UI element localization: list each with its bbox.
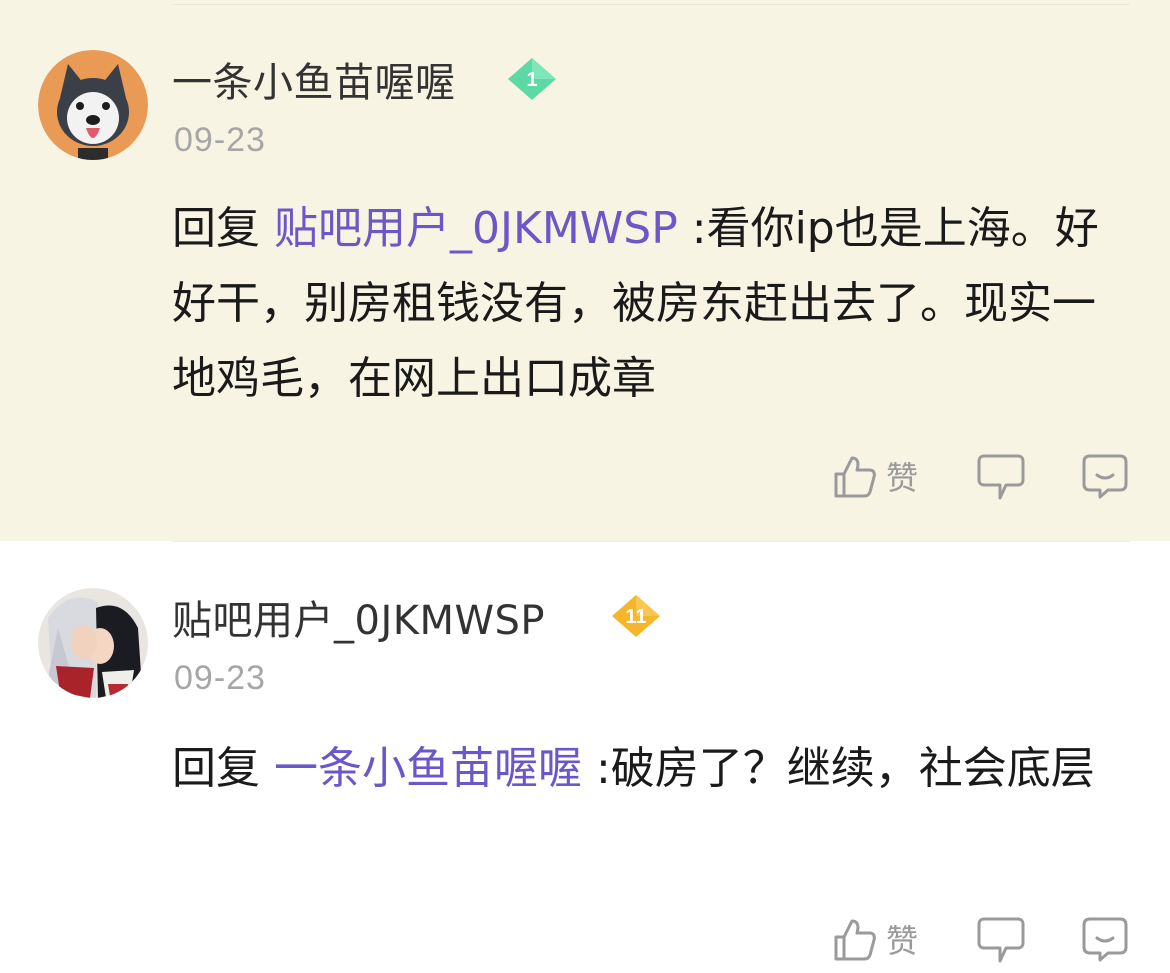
husky-dog-avatar-icon bbox=[38, 50, 148, 160]
action-bar: 赞 bbox=[0, 446, 1170, 506]
thumbs-up-icon bbox=[834, 456, 876, 498]
comment-item-2: 贴吧用户_0JKMWSP 11 09-23 回复 一条小鱼苗喔喔 :破房了？继续… bbox=[0, 541, 1170, 973]
username[interactable]: 贴吧用户_0JKMWSP bbox=[172, 588, 545, 646]
reply-prefix: 回复 bbox=[172, 743, 260, 794]
mention-link[interactable]: 一条小鱼苗喔喔 bbox=[274, 743, 582, 794]
comment-text: 回复 贴吧用户_0JKMWSP :看你ip也是上海。好好干，别房租钱没有，被房东… bbox=[172, 191, 1117, 416]
like-label: 赞 bbox=[886, 922, 919, 960]
comment-content: :破房了？继续，社会底层 bbox=[582, 743, 1095, 794]
reply-button[interactable] bbox=[976, 446, 1026, 506]
svg-text:1: 1 bbox=[526, 69, 537, 91]
action-bar: 赞 bbox=[0, 909, 1170, 969]
comment-button[interactable] bbox=[1080, 446, 1130, 506]
level-badge: 11 bbox=[610, 593, 662, 639]
comment-button[interactable] bbox=[1080, 909, 1130, 969]
svg-text:11: 11 bbox=[625, 606, 646, 628]
mention-link[interactable]: 贴吧用户_0JKMWSP bbox=[274, 203, 678, 254]
reply-bubble-icon bbox=[977, 917, 1025, 963]
comment-item-1: 一条小鱼苗喔喔 1 09-23 回复 贴吧用户_0JKMWSP :看你ip也是上… bbox=[0, 0, 1170, 541]
level-badge: 1 bbox=[506, 56, 558, 102]
reply-bubble-icon bbox=[977, 454, 1025, 500]
timestamp: 09-23 bbox=[174, 659, 266, 697]
comment-bubble-icon bbox=[1082, 454, 1128, 499]
anime-couple-avatar-icon bbox=[38, 588, 148, 698]
thumbs-up-icon bbox=[834, 919, 876, 961]
reply-prefix: 回复 bbox=[172, 203, 260, 254]
avatar[interactable] bbox=[38, 588, 148, 698]
like-button[interactable]: 赞 bbox=[832, 909, 918, 969]
timestamp: 09-23 bbox=[174, 121, 266, 159]
like-label: 赞 bbox=[886, 459, 919, 497]
username[interactable]: 一条小鱼苗喔喔 bbox=[172, 50, 456, 108]
comment-bubble-icon bbox=[1082, 917, 1128, 962]
reply-button[interactable] bbox=[976, 909, 1026, 969]
divider bbox=[172, 541, 1130, 542]
divider bbox=[172, 4, 1130, 5]
avatar[interactable] bbox=[38, 50, 148, 160]
comment-text: 回复 一条小鱼苗喔喔 :破房了？继续，社会底层 bbox=[172, 731, 1117, 806]
like-button[interactable]: 赞 bbox=[832, 446, 918, 506]
